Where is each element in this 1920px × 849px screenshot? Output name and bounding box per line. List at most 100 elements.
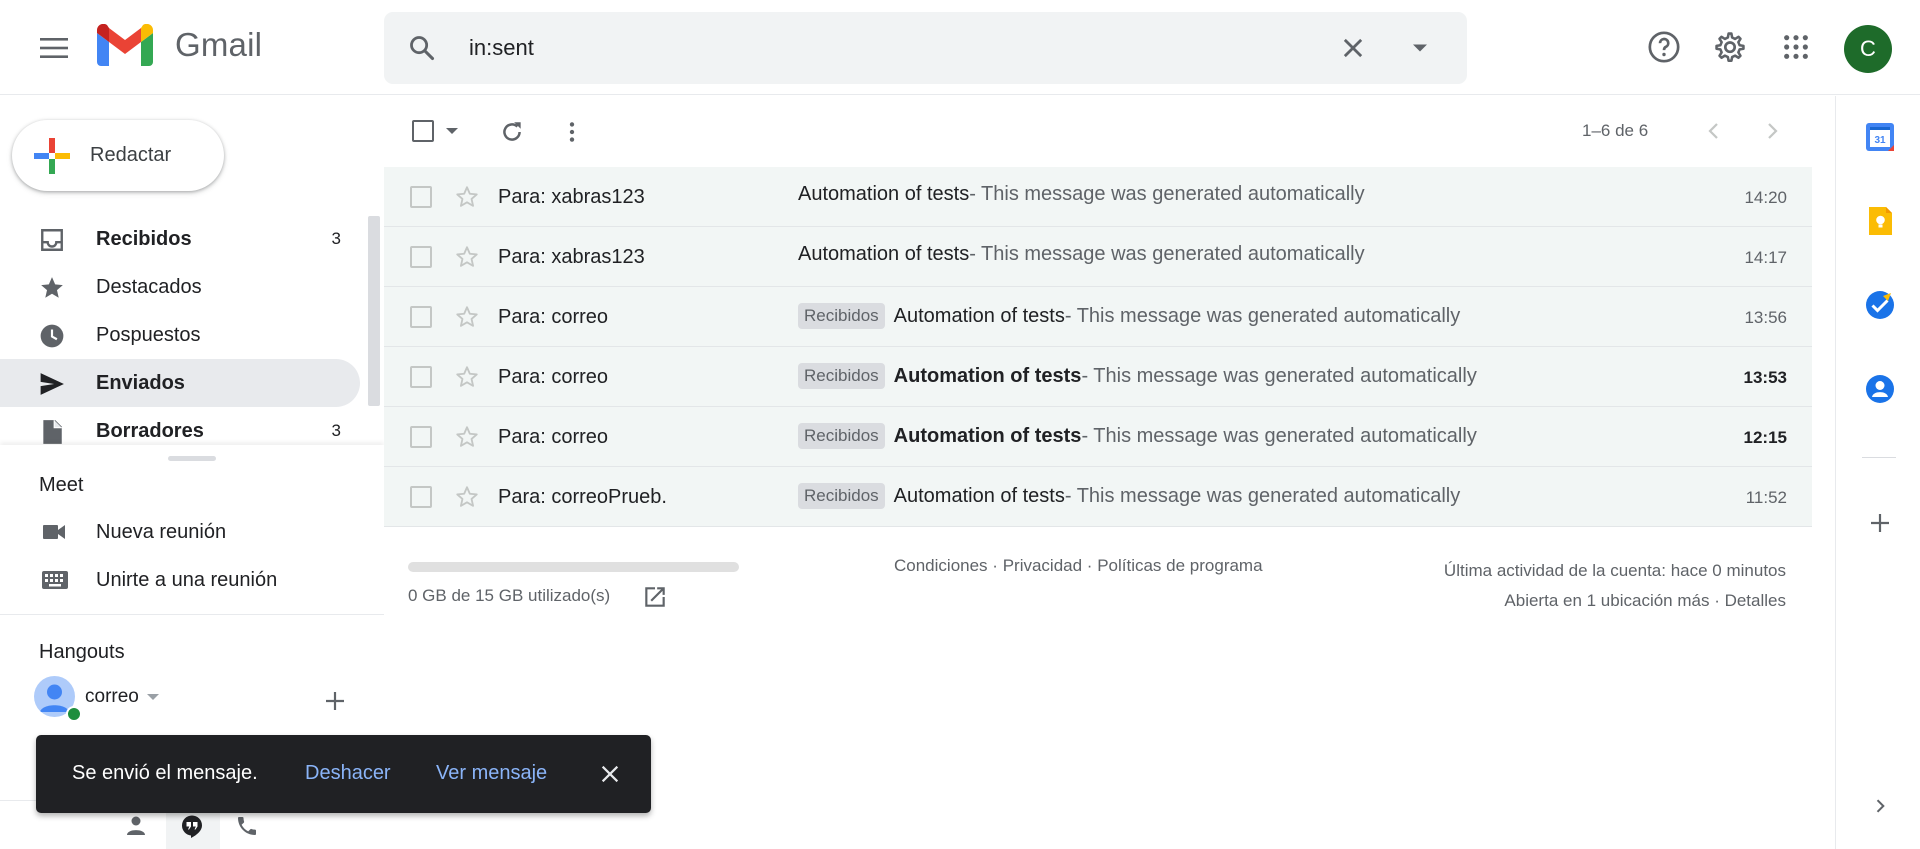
star-icon[interactable] (454, 364, 480, 390)
compose-label: Redactar (90, 144, 172, 166)
add-contact-icon[interactable] (324, 690, 346, 712)
hangouts-user[interactable]: correo (34, 676, 159, 722)
sidebar-nav: Recibidos 3 Destacados Pospuestos Enviad… (0, 215, 360, 445)
search-icon[interactable] (408, 34, 436, 62)
chevron-right-icon (1876, 799, 1885, 813)
compose-button[interactable]: Redactar (12, 120, 224, 191)
storage-bar (408, 562, 739, 572)
clear-search-icon[interactable] (1339, 34, 1367, 62)
hangouts-user-name: correo (85, 685, 139, 707)
caret-down-icon[interactable] (146, 693, 159, 701)
row-checkbox[interactable] (410, 246, 432, 268)
star-icon[interactable] (454, 244, 480, 270)
join-meeting-label: Unirte a una reunión (96, 569, 278, 591)
sidebar-item-snoozed[interactable]: Pospuestos (0, 311, 360, 359)
select-caret-icon[interactable] (446, 127, 458, 135)
row-checkbox[interactable] (410, 306, 432, 328)
message-row[interactable]: Para: xabras123 Automation of tests - Thi… (384, 167, 1812, 227)
search-options-icon[interactable] (1406, 34, 1434, 62)
online-status-dot (66, 706, 82, 722)
contacts-app-button[interactable] (1862, 371, 1898, 407)
sidebar-resize-handle[interactable] (168, 456, 216, 461)
search-input[interactable] (469, 30, 1289, 66)
message-row[interactable]: Para: correo Recibidos Automation of tests… (384, 347, 1812, 407)
star-icon[interactable] (454, 184, 480, 210)
activity-details-link[interactable]: Abierta en 1 ubicación más · Detalles (1444, 586, 1786, 616)
sidebar-item-sent[interactable]: Enviados (0, 359, 360, 407)
row-checkbox[interactable] (410, 426, 432, 448)
keep-app-button[interactable] (1862, 203, 1898, 239)
tasks-app-button[interactable] (1862, 287, 1898, 323)
message-snippet: - This message was generated automatical… (1081, 364, 1477, 387)
privacy-link[interactable]: Privacidad (1003, 556, 1082, 575)
star-icon[interactable] (454, 484, 480, 510)
phone-icon[interactable] (235, 814, 259, 838)
hangouts-chat-icon[interactable] (180, 814, 204, 838)
expand-side-panel-button[interactable] (1862, 788, 1898, 824)
message-time: 13:53 (1743, 368, 1787, 387)
star-icon[interactable] (454, 424, 480, 450)
gear-icon (1715, 32, 1745, 63)
tasks-icon (1866, 291, 1894, 319)
help-button[interactable] (1641, 24, 1687, 70)
storage-usage-text: 0 GB de 15 GB utilizado(s) (408, 586, 611, 605)
calendar-app-button[interactable]: 31 (1862, 119, 1898, 155)
gmail-logo[interactable]: Gmail (97, 24, 262, 66)
open-in-new-icon[interactable] (642, 584, 668, 610)
close-icon[interactable] (599, 763, 621, 785)
message-subject: Automation of tests (893, 364, 1082, 387)
chevron-left-icon[interactable] (1702, 119, 1726, 143)
last-activity-text: Última actividad de la cuenta: hace 0 mi… (1443, 561, 1786, 580)
undo-button[interactable]: Deshacer (305, 762, 391, 785)
policies-link[interactable]: Políticas de programa (1097, 556, 1262, 575)
message-row[interactable]: Para: correo Recibidos Automation of tests… (384, 407, 1812, 467)
message-subject: Automation of tests (893, 424, 1082, 447)
row-checkbox[interactable] (410, 366, 432, 388)
star-icon[interactable] (454, 304, 480, 330)
top-header: Gmail C (0, 0, 1920, 95)
unread-count: 3 (331, 229, 341, 248)
row-checkbox[interactable] (410, 486, 432, 508)
sidebar-item-inbox[interactable]: Recibidos 3 (0, 215, 360, 263)
message-subject: Automation of tests (893, 304, 1065, 327)
refresh-icon[interactable] (499, 119, 525, 145)
footer-separator: · (1086, 556, 1098, 575)
message-row[interactable]: Para: correo Recibidos Automation of tests… (384, 287, 1812, 347)
terms-link[interactable]: Condiciones (894, 556, 988, 575)
sent-toast: Se envió el mensaje. Deshacer Ver mensaj… (36, 735, 651, 813)
message-content: Recibidos Automation of tests - This mess… (798, 363, 1477, 389)
view-message-button[interactable]: Ver mensaje (436, 762, 547, 785)
label-badge[interactable]: Recibidos (798, 423, 885, 449)
sidebar-item-drafts[interactable]: Borradores 3 (0, 407, 360, 445)
star-icon (41, 277, 63, 298)
apps-button[interactable] (1773, 24, 1819, 70)
label-badge[interactable]: Recibidos (798, 363, 885, 389)
join-meeting-item[interactable]: Unirte a una reunión (0, 556, 360, 604)
svg-text:31: 31 (1874, 135, 1886, 146)
contacts-person-icon[interactable] (124, 814, 148, 838)
more-vert-icon[interactable] (559, 119, 585, 145)
row-checkbox[interactable] (410, 186, 432, 208)
get-addons-button[interactable] (1862, 505, 1898, 541)
message-recipient: Para: correoPrueb. (498, 486, 667, 508)
chevron-right-icon[interactable] (1760, 119, 1784, 143)
message-row[interactable]: Para: correoPrueb. Recibidos Automation of… (384, 467, 1812, 527)
label-badge[interactable]: Recibidos (798, 303, 885, 329)
message-row[interactable]: Para: xabras123 Automation of tests - Thi… (384, 227, 1812, 287)
sidebar-scrollbar[interactable] (368, 216, 380, 406)
sidebar-item-label: Destacados (96, 276, 202, 298)
sidebar-item-starred[interactable]: Destacados (0, 263, 360, 311)
main-menu-button[interactable] (29, 23, 79, 73)
new-meeting-item[interactable]: Nueva reunión (0, 508, 360, 556)
select-all-checkbox[interactable] (412, 120, 434, 142)
video-camera-icon (43, 525, 65, 539)
settings-button[interactable] (1707, 24, 1753, 70)
section-divider (0, 614, 384, 615)
label-badge[interactable]: Recibidos (798, 483, 885, 509)
calendar-icon: 31 (1866, 123, 1894, 151)
message-recipient: Para: xabras123 (498, 246, 645, 268)
message-snippet: - This message was generated automatical… (1064, 484, 1461, 507)
keyboard-icon (42, 571, 68, 589)
hamburger-icon (40, 38, 68, 58)
account-avatar[interactable]: C (1844, 25, 1892, 73)
